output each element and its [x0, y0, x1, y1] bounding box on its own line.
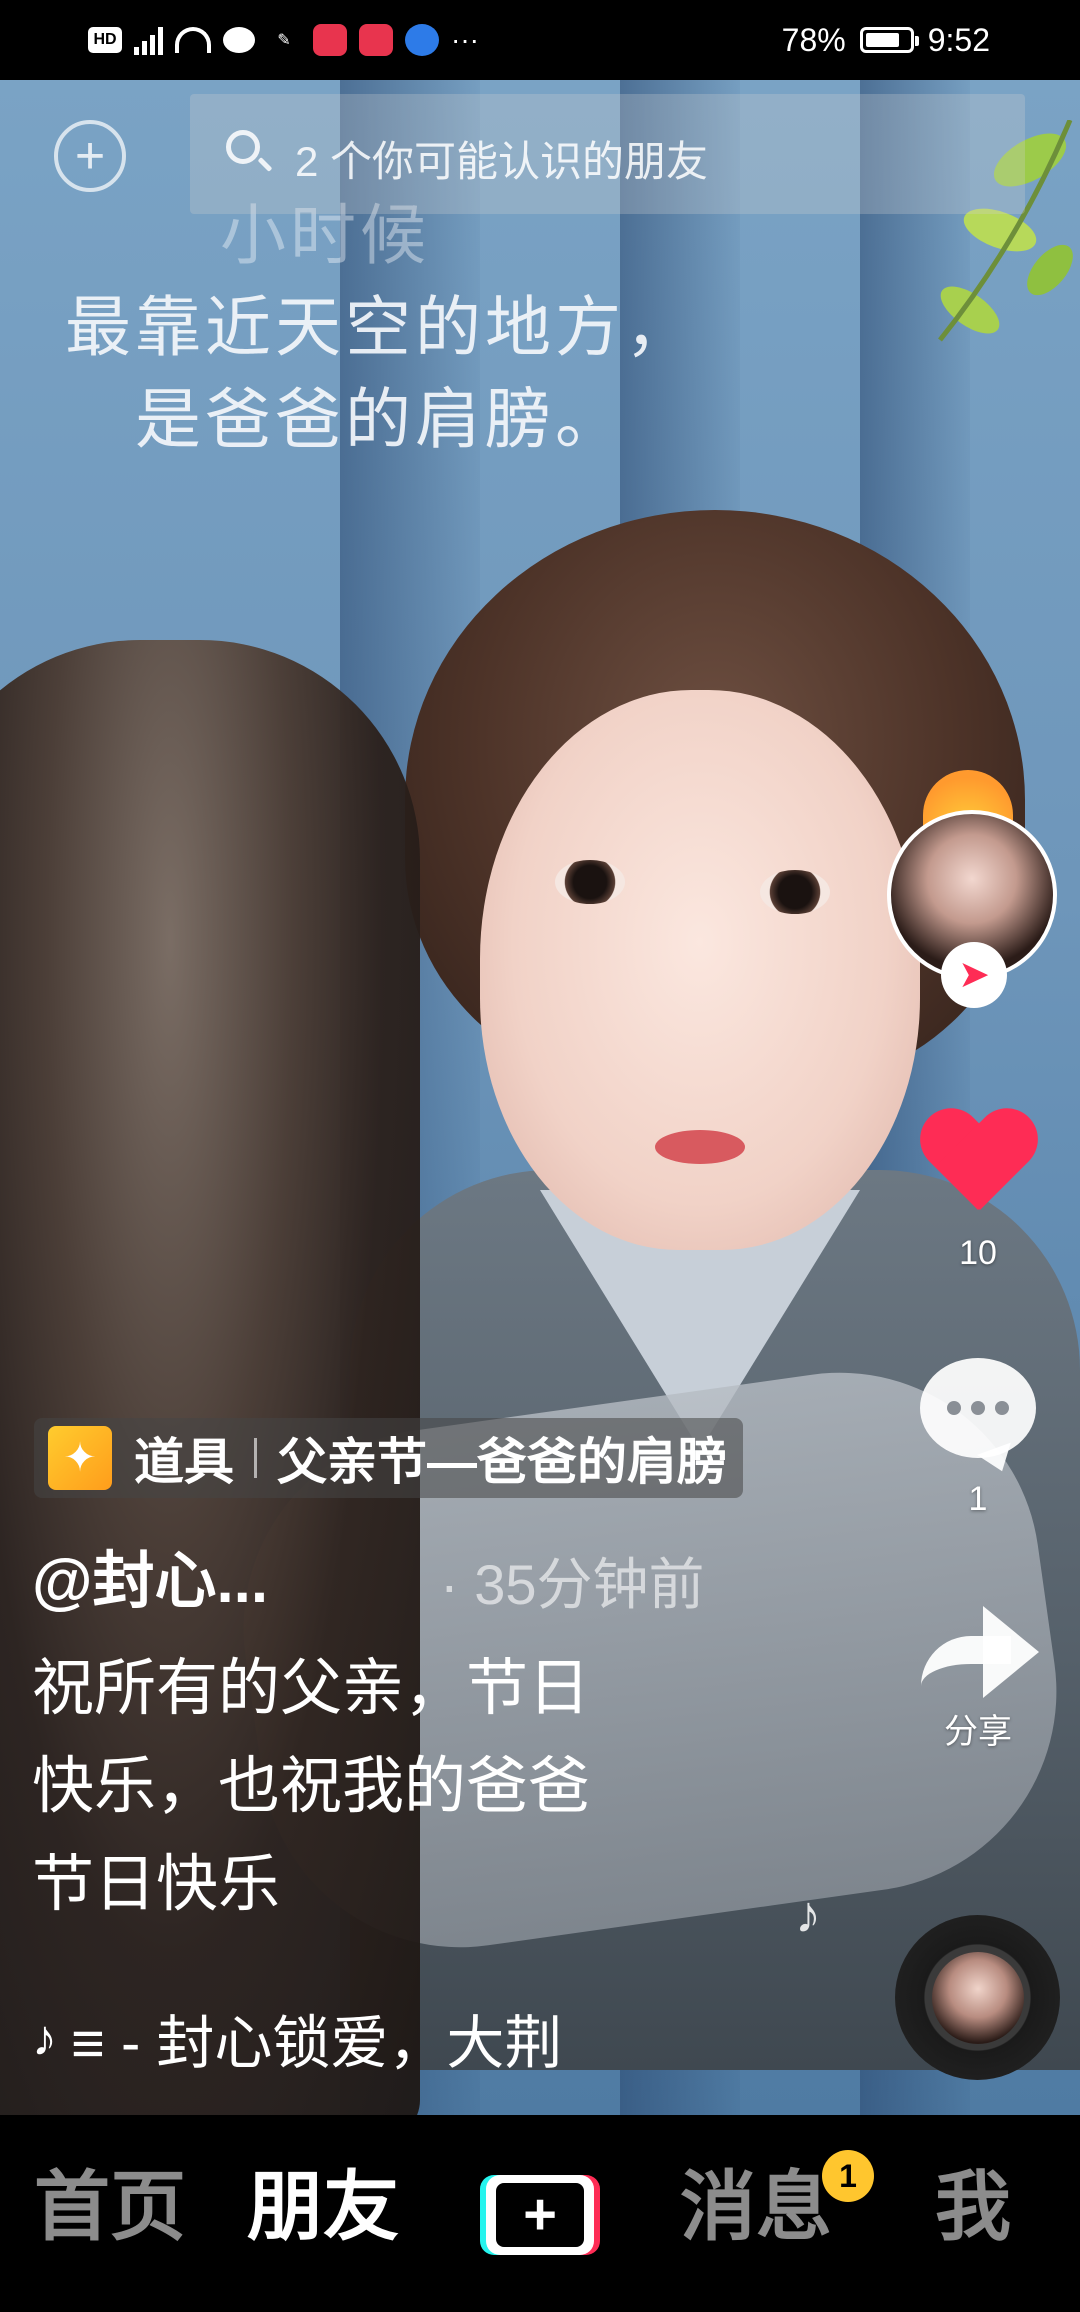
caption-line: 祝所有的父亲，节日 [32, 1654, 591, 1723]
prop-name: 父亲节—爸爸的肩膀 [277, 1434, 727, 1490]
search-text: 2 个你可能认识的朋友 [295, 138, 709, 185]
messages-badge: 1 [822, 2150, 874, 2202]
video-text-line: 最靠近天空的地方， [65, 289, 695, 366]
sparkle-icon: ✦ [48, 1426, 112, 1490]
create-button[interactable]: + [480, 2175, 600, 2255]
share-label: 分享 [944, 1713, 1012, 1751]
author-avatar-wrap[interactable]: ➤ [885, 770, 1060, 1008]
girl-face [480, 690, 920, 1250]
status-right: 78% 9:52 [782, 18, 990, 62]
comment-icon [920, 1358, 1036, 1458]
plus-icon: + [523, 2182, 557, 2247]
lips [655, 1130, 745, 1164]
video-text-line: 是爸爸的肩膀。 [135, 381, 625, 458]
left-eye [555, 860, 625, 904]
music-disc-button[interactable] [895, 1915, 1060, 2080]
comment-count: 1 [968, 1480, 988, 1518]
hd-icon: HD [88, 27, 122, 53]
send-icon: ➤ [958, 954, 990, 996]
prop-tag[interactable]: ✦ 道具 父亲节—爸爸的肩膀 [34, 1418, 743, 1498]
heart-icon [918, 1110, 1038, 1220]
status-bar: HD ✎ ··· 78% 9:52 [0, 0, 1080, 80]
battery-percent: 78% [781, 21, 846, 58]
app-icon: ✎ [277, 32, 291, 49]
floating-music-note-icon: ♪ [795, 1886, 821, 1944]
share-icon [913, 1600, 1043, 1700]
video-text-overlay: 小时候 最靠近天空的地方， 是爸爸的肩膀。 [0, 190, 760, 466]
clock: 9:52 [927, 21, 990, 58]
comment-button[interactable]: 1 [888, 1358, 1068, 1519]
music-note-icon: ♪ [32, 2010, 57, 2066]
browser-icon [405, 24, 439, 56]
huawei-icon [359, 24, 393, 56]
tab-friends[interactable]: 朋友 [247, 2170, 399, 2246]
share-button[interactable]: 分享 [888, 1600, 1068, 1753]
battery-icon [859, 27, 919, 53]
more-status-icon: ··· [451, 24, 479, 55]
tab-home[interactable]: 首页 [34, 2170, 186, 2246]
add-friend-button[interactable]: + [54, 120, 126, 192]
right-eye [760, 870, 830, 914]
search-icon [226, 130, 260, 164]
wifi-icon [175, 27, 211, 53]
music-disc-cover [931, 1951, 1024, 2044]
author-name[interactable]: @封心... [32, 1530, 268, 1620]
battery-fill [865, 33, 899, 47]
post-time: · 35分钟前 [440, 1553, 705, 1616]
tab-messages[interactable]: 消息 [680, 2170, 832, 2246]
music-info[interactable]: ♪ ≡ - 封心锁爱，大荆 [32, 1998, 642, 2078]
like-count: 10 [959, 1234, 997, 1272]
caption-line: 节日快乐 [32, 1850, 281, 1919]
bottom-nav: 首页 朋友 + 消息 我 [0, 2115, 1080, 2312]
tab-me[interactable]: 我 [935, 2170, 1011, 2246]
post-caption: 祝所有的父亲，节日 快乐，也祝我的爸爸 节日快乐 [32, 1640, 732, 1934]
prop-divider [254, 1438, 257, 1478]
wechat-icon [223, 27, 255, 53]
like-button[interactable]: 10 [888, 1110, 1068, 1273]
prop-label: 道具 [134, 1434, 234, 1490]
huawei-app-icon [313, 24, 347, 56]
4g-signal-icon [134, 25, 163, 55]
friend-suggestion-search[interactable]: 2 个你可能认识的朋友 [190, 94, 1025, 214]
music-title: ≡ - 封心锁爱，大荆 [71, 2011, 563, 2076]
status-icons: HD ✎ ··· [88, 18, 479, 62]
follow-button[interactable]: ➤ [941, 942, 1007, 1008]
caption-line: 快乐，也祝我的爸爸 [32, 1752, 591, 1821]
